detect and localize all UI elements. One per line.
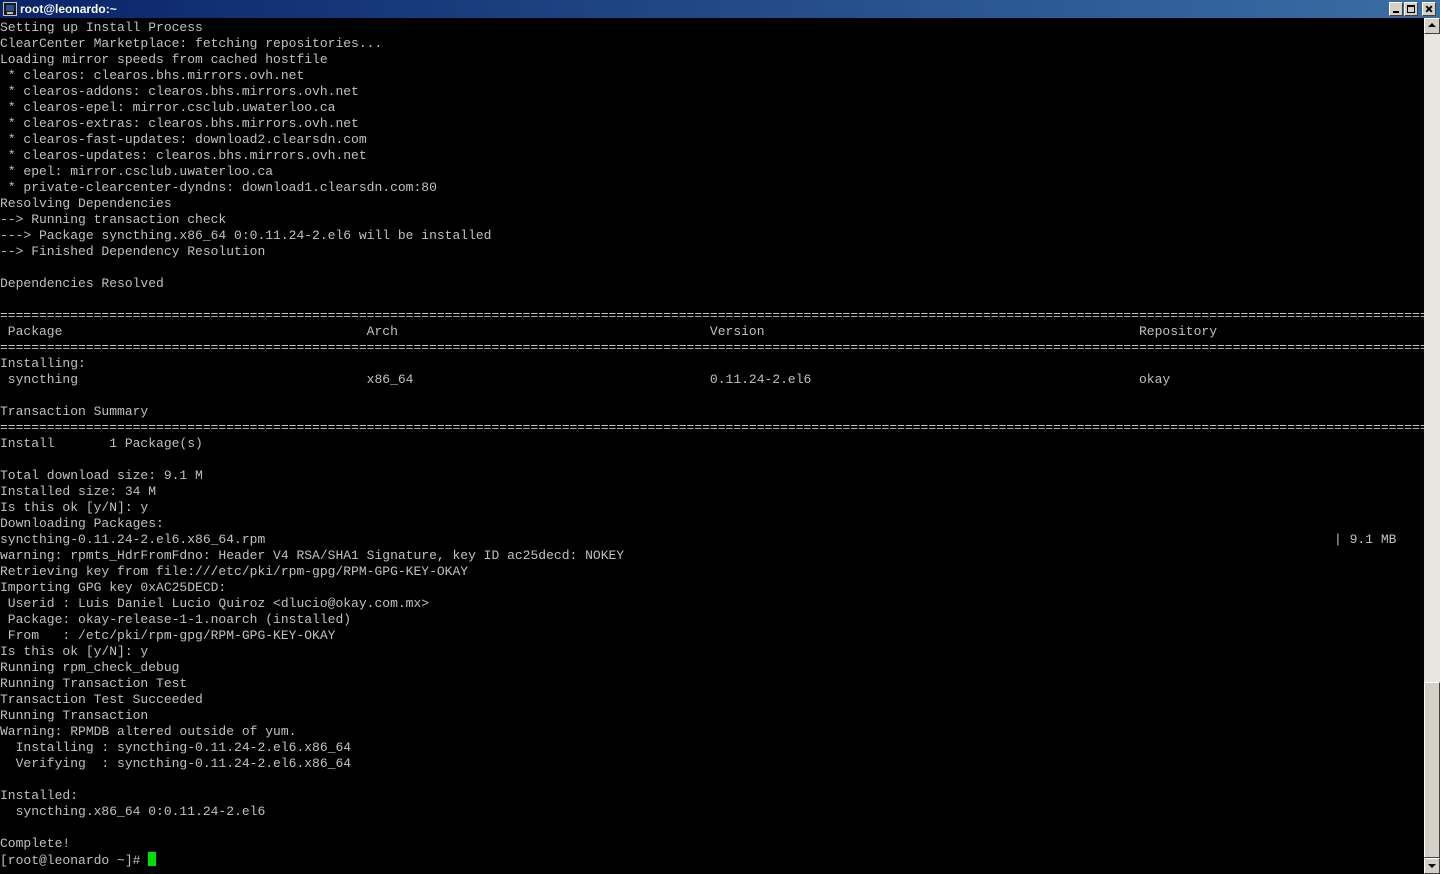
prompt-line[interactable]: [root@leonardo ~]# — [0, 852, 157, 868]
terminal-line: * private-clearcenter-dyndns: download1.… — [0, 180, 437, 195]
terminal-line: ========================================… — [0, 420, 1424, 435]
terminal-line: Loading mirror speeds from cached hostfi… — [0, 52, 328, 67]
terminal-line: --> Finished Dependency Resolution — [0, 244, 266, 259]
window-title: root@leonardo:~ — [20, 2, 117, 16]
terminal-line: Is this ok [y/N]: y — [0, 644, 149, 659]
terminal-line: ========================================… — [0, 340, 1424, 355]
terminal-line: Package Arch Version Repository Size — [0, 324, 1424, 339]
scroll-thumb[interactable] — [1424, 682, 1440, 858]
terminal-line: Resolving Dependencies — [0, 196, 172, 211]
terminal-line: * clearos-updates: clearos.bhs.mirrors.o… — [0, 148, 367, 163]
terminal-line: * clearos-fast-updates: download2.clears… — [0, 132, 367, 147]
terminal-line: Userid : Luis Daniel Lucio Quiroz <dluci… — [0, 596, 430, 611]
terminal-line: Importing GPG key 0xAC25DECD: — [0, 580, 227, 595]
terminal-line: * epel: mirror.csclub.uwaterloo.ca — [0, 164, 274, 179]
terminal-line: Transaction Summary — [0, 404, 149, 419]
terminal-line: Installed: — [0, 788, 79, 803]
terminal-line: * clearos-extras: clearos.bhs.mirrors.ov… — [0, 116, 359, 131]
close-button[interactable] — [1422, 2, 1436, 16]
terminal-line: Installing: — [0, 356, 86, 371]
minimize-button[interactable] — [1389, 2, 1403, 16]
terminal-line: Setting up Install Process — [0, 20, 203, 35]
terminal-line: --> Running transaction check — [0, 212, 227, 227]
terminal-line: Running Transaction Test — [0, 676, 188, 691]
terminal-line: * clearos-addons: clearos.bhs.mirrors.ov… — [0, 84, 359, 99]
terminal-line: Running rpm_check_debug — [0, 660, 180, 675]
terminal-line: syncthing-0.11.24-2.el6.x86_64.rpm | 9.1… — [0, 532, 1424, 547]
maximize-button[interactable] — [1404, 2, 1418, 16]
terminal-line: Complete! — [0, 836, 71, 851]
terminal-line: * clearos: clearos.bhs.mirrors.ovh.net — [0, 68, 305, 83]
terminal-line: Warning: RPMDB altered outside of yum. — [0, 724, 297, 739]
terminal-line: Transaction Test Succeeded — [0, 692, 203, 707]
terminal-line: * clearos-epel: mirror.csclub.uwaterloo.… — [0, 100, 336, 115]
terminal-line: Verifying : syncthing-0.11.24-2.el6.x86_… — [0, 756, 1424, 771]
cursor-block — [148, 852, 157, 866]
terminal-line: ---> Package syncthing.x86_64 0:0.11.24-… — [0, 228, 492, 243]
terminal-line: Is this ok [y/N]: y — [0, 500, 149, 515]
terminal-line: Install 1 Package(s) — [0, 436, 203, 451]
terminal-line: Dependencies Resolved — [0, 276, 164, 291]
terminal-line: Downloading Packages: — [0, 516, 164, 531]
shell-prompt: [root@leonardo ~]# — [0, 853, 149, 868]
terminal-line: From : /etc/pki/rpm-gpg/RPM-GPG-KEY-OKAY — [0, 628, 336, 643]
terminal-app-icon[interactable] — [3, 2, 17, 16]
terminal-line: Installed size: 34 M — [0, 484, 157, 499]
terminal-line: Total download size: 9.1 M — [0, 468, 203, 483]
scroll-up-button[interactable] — [1424, 18, 1440, 34]
terminal-line: Package: okay-release-1-1.noarch (instal… — [0, 612, 352, 627]
terminal-line: ========================================… — [0, 308, 1424, 323]
terminal-output[interactable]: Setting up Install Process ClearCenter Ma… — [0, 18, 1424, 874]
vertical-scrollbar[interactable] — [1424, 18, 1440, 874]
terminal-line: Installing : syncthing-0.11.24-2.el6.x86… — [0, 740, 1424, 755]
terminal-line: syncthing.x86_64 0:0.11.24-2.el6 — [0, 804, 266, 819]
terminal-line: syncthing x86_64 0.11.24-2.el6 okay 9.1 … — [0, 372, 1424, 387]
terminal-line: Retrieving key from file:///etc/pki/rpm-… — [0, 564, 469, 579]
scroll-down-button[interactable] — [1424, 858, 1440, 874]
terminal-line: Running Transaction — [0, 708, 149, 723]
title-bar[interactable]: root@leonardo:~ — [0, 0, 1440, 18]
terminal-line: warning: rpmts_HdrFromFdno: Header V4 RS… — [0, 548, 625, 563]
terminal-line: ClearCenter Marketplace: fetching reposi… — [0, 36, 383, 51]
terminal-window: root@leonardo:~ Setting up Install Proce… — [0, 0, 1440, 874]
